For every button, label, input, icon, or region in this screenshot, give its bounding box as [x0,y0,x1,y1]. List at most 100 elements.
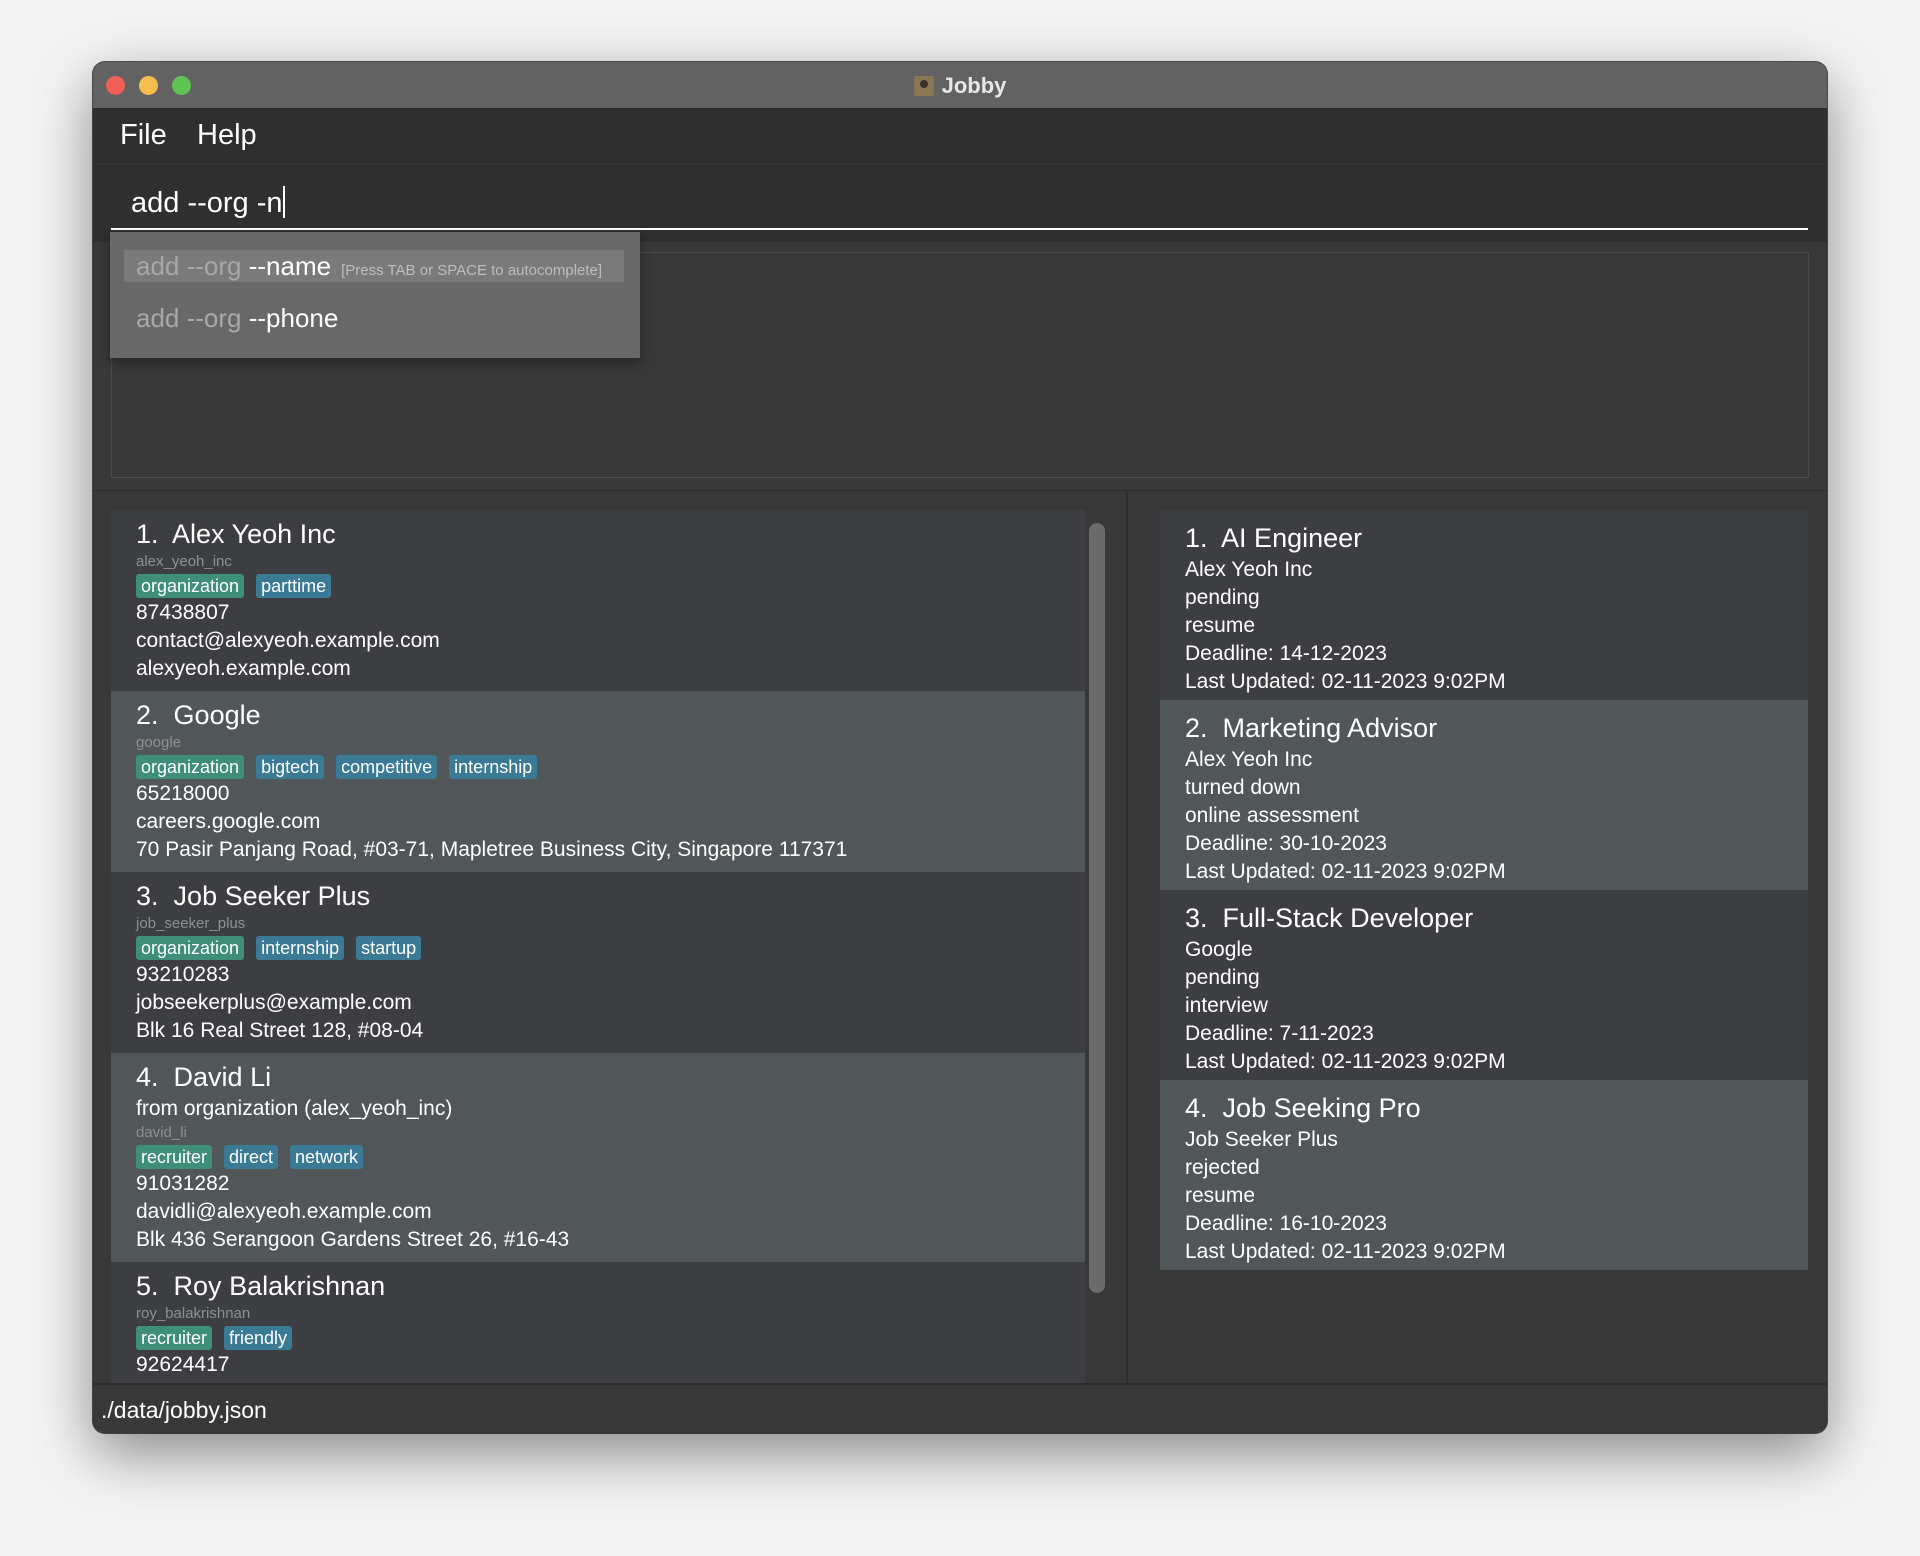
application-role: Job Seeking Pro [1222,1093,1421,1123]
tag: bigtech [256,755,325,779]
contact-phone: 87438807 [136,601,230,624]
window-title: Jobby [93,73,1827,99]
application-deadline: Deadline: 7-11-2023 [1185,1022,1374,1045]
contact-list-scrollbar[interactable] [1089,523,1105,1293]
tag: competitive [336,755,438,779]
tag: internship [449,755,538,779]
application-list[interactable]: 1. AI Engineer Alex Yeoh Inc pending resume… [1160,510,1808,1384]
application-status: rejected [1185,1156,1260,1179]
contact-card[interactable]: 4. David Li from organization (alex_yeoh_… [111,1053,1085,1262]
contact-email: jobseekerplus@example.com [136,991,412,1014]
tag: friendly [224,1326,293,1350]
contact-title: 5. Roy Balakrishnan [136,1268,1060,1304]
contact-phone: 65218000 [136,782,230,805]
application-last-updated: Last Updated: 02-11-2023 9:02PM [1185,1050,1506,1073]
command-area: add --org -n [93,164,1827,242]
tag: organization [136,574,245,598]
application-last-updated: Last Updated: 02-11-2023 9:02PM [1185,860,1506,883]
title-bar: Jobby [93,62,1827,109]
contact-title: 1. Alex Yeoh Inc [136,516,1060,552]
application-index: 2. [1185,713,1208,743]
tag: parttime [256,574,332,598]
tag: network [290,1145,364,1169]
split-divider[interactable] [1126,491,1128,1384]
contact-name: Alex Yeoh Inc [172,519,336,549]
autocomplete-item-name[interactable]: add --org --name [Press TAB or SPACE to a… [124,250,624,282]
application-title: 2. Marketing Advisor [1185,710,1783,746]
contact-address: Blk 436 Serangoon Gardens Street 26, #16… [136,1228,570,1251]
tag: recruiter [136,1326,213,1350]
application-organization: Alex Yeoh Inc [1185,748,1313,771]
application-organization: Job Seeker Plus [1185,1128,1338,1151]
contact-card[interactable]: 2. Google google organization bigtech compet… [111,691,1085,872]
application-card[interactable]: 1. AI Engineer Alex Yeoh Inc pending resume… [1160,510,1808,700]
menu-bar: File Help [93,109,1827,163]
application-deadline: Deadline: 16-10-2023 [1185,1212,1387,1235]
application-last-updated: Last Updated: 02-11-2023 9:02PM [1185,670,1506,693]
tag: organization [136,755,245,779]
suggestion-prefix: add --org [136,303,242,333]
window-title-text: Jobby [941,73,1007,98]
application-stage: interview [1185,994,1268,1017]
tag: organization [136,936,245,960]
contact-address: 70 Pasir Panjang Road, #03-71, Mapletree… [136,838,848,861]
contact-index: 1. [136,519,159,549]
tag: internship [256,936,345,960]
contact-index: 5. [136,1271,159,1301]
application-role: Full-Stack Developer [1222,903,1474,933]
contact-card[interactable]: 1. Alex Yeoh Inc alex_yeoh_inc organizatio… [111,510,1085,691]
contact-list[interactable]: 1. Alex Yeoh Inc alex_yeoh_inc organizatio… [111,510,1085,1384]
suggestion-completion: --phone [248,303,339,333]
contact-email: davidli@alexyeoh.example.com [136,1200,432,1223]
contact-email: contact@alexyeoh.example.com [136,629,440,652]
tag-list: organization internship startup [136,936,1060,960]
data-file-path: ./data/jobby.json [101,1397,267,1423]
tag: startup [356,936,422,960]
contact-address: alexyeoh.example.com [136,657,351,680]
application-deadline: Deadline: 14-12-2023 [1185,642,1387,665]
contact-name: Roy Balakrishnan [173,1271,386,1301]
application-organization: Alex Yeoh Inc [1185,558,1313,581]
application-last-updated: Last Updated: 02-11-2023 9:02PM [1185,1240,1506,1263]
contact-title: 4. David Li [136,1059,1060,1095]
application-status: pending [1185,966,1260,989]
contact-id: david_li [136,1124,187,1141]
contact-organization: from organization (alex_yeoh_inc) [136,1097,453,1120]
contact-phone: 92624417 [136,1353,230,1376]
text-caret [282,186,285,218]
application-role: AI Engineer [1221,523,1363,553]
application-stage: resume [1185,614,1256,637]
tag: direct [224,1145,279,1169]
command-input[interactable]: add --org -n [111,164,1808,230]
application-stage: resume [1185,1184,1256,1207]
contact-address: Blk 16 Real Street 128, #08-04 [136,1019,424,1042]
suggestion-completion: --name [248,251,332,281]
contact-id: google [136,734,182,751]
contact-card[interactable]: 5. Roy Balakrishnan roy_balakrishnan recru… [111,1262,1085,1384]
contact-card[interactable]: 3. Job Seeker Plus job_seeker_plusorganiz… [111,872,1085,1053]
application-index: 3. [1185,903,1208,933]
menu-help[interactable]: Help [197,119,257,152]
application-card[interactable]: 2. Marketing Advisor Alex Yeoh Inc turned … [1160,700,1808,890]
application-title: 1. AI Engineer [1185,520,1783,556]
application-index: 4. [1185,1093,1208,1123]
autocomplete-item-phone[interactable]: add --org --phone [124,302,624,334]
autocomplete-popup: add --org --name [Press TAB or SPACE to a… [110,232,640,358]
contact-id: alex_yeoh_inc [136,553,232,570]
application-organization: Google [1185,938,1253,961]
contact-id: job_seeker_plus [136,915,246,932]
contact-email: careers.google.com [136,810,321,833]
contact-phone: 91031282 [136,1172,230,1195]
tag-list: organization bigtech competitive internship [136,755,1060,779]
menu-file[interactable]: File [120,119,167,152]
app-icon [913,76,934,96]
tag: recruiter [136,1145,213,1169]
tag-list: organization parttime [136,574,1060,598]
status-bar: ./data/jobby.json [93,1383,1827,1433]
contact-index: 3. [136,881,159,911]
application-title: 3. Full-Stack Developer [1185,900,1783,936]
application-card[interactable]: 3. Full-Stack Developer Google pending inte… [1160,890,1808,1080]
contact-title: 3. Job Seeker Plus [136,878,1060,914]
application-card[interactable]: 4. Job Seeking Pro Job Seeker Plus rejecte… [1160,1080,1808,1270]
application-deadline: Deadline: 30-10-2023 [1185,832,1387,855]
